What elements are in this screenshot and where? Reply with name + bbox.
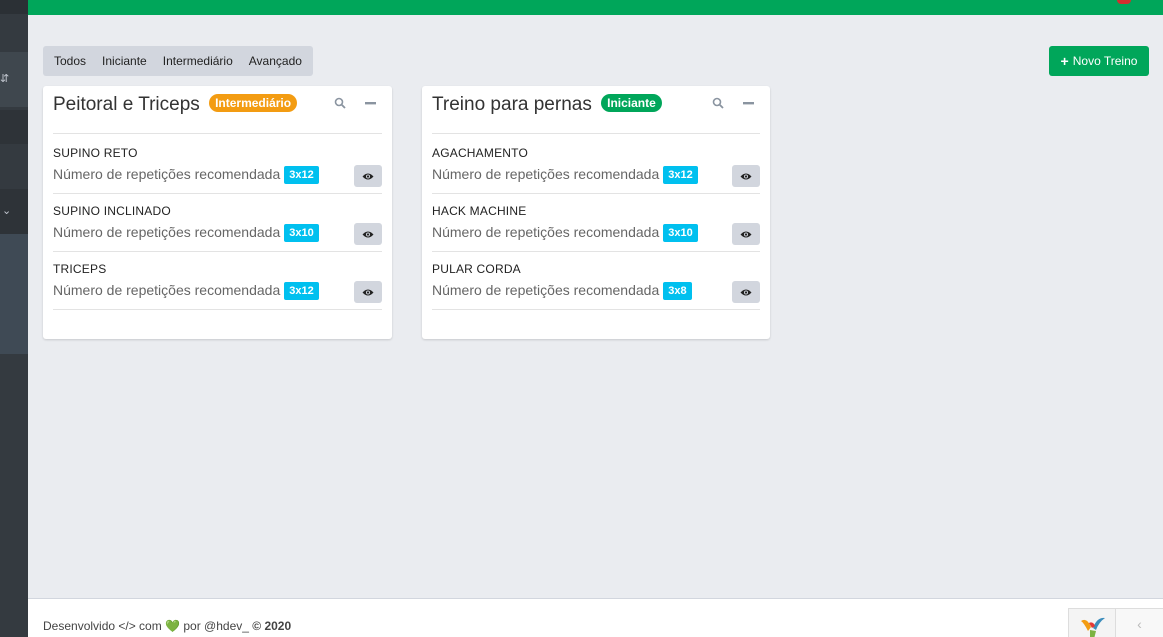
- exercise-description: Número de repetições recomendada 3x10: [432, 224, 698, 242]
- reps-label: Número de repetições recomendada: [53, 282, 281, 298]
- eye-icon: [362, 289, 374, 295]
- reps-badge: 3x12: [284, 166, 319, 184]
- footer-author: por @hdev_: [183, 619, 249, 633]
- exercise-name: PULAR CORDA: [432, 262, 521, 276]
- exercise-description: Número de repetições recomendada 3x12: [53, 282, 319, 300]
- exercise-row: SUPINO INCLINADO Número de repetições re…: [53, 194, 382, 252]
- sidebar-brand: [0, 0, 28, 14]
- heart-icon: 💚: [165, 619, 181, 633]
- exercise-row: HACK MACHINE Número de repetições recome…: [432, 194, 760, 252]
- search-icon[interactable]: [712, 97, 724, 112]
- reps-badge: 3x10: [663, 224, 698, 242]
- reps-label: Número de repetições recomendada: [432, 166, 660, 182]
- filter-intermediario-button[interactable]: Intermediário: [155, 46, 241, 76]
- chevron-left-icon[interactable]: ‹: [1116, 608, 1163, 637]
- card-header: Peitoral e Triceps Intermediário: [53, 94, 382, 134]
- collapse-minus-icon[interactable]: [743, 97, 754, 112]
- sidebar-item[interactable]: [0, 110, 28, 144]
- eye-icon: [740, 173, 752, 179]
- exercise-name: SUPINO INCLINADO: [53, 204, 171, 218]
- reps-badge: 3x10: [284, 224, 319, 242]
- sidebar-submenu: [0, 234, 28, 354]
- view-exercise-button[interactable]: [732, 165, 760, 187]
- yii-logo-icon: [1081, 617, 1105, 637]
- exercise-row: PULAR CORDA Número de repetições recomen…: [432, 252, 760, 310]
- workout-title: Treino para pernas: [432, 94, 592, 115]
- top-navbar: [28, 0, 1163, 15]
- level-badge: Iniciante: [601, 94, 662, 112]
- exercise-description: Número de repetições recomendada 3x8: [432, 282, 692, 300]
- reps-label: Número de repetições recomendada: [53, 166, 281, 182]
- view-exercise-button[interactable]: [732, 281, 760, 303]
- level-badge: Intermediário: [209, 94, 298, 112]
- workout-title: Peitoral e Triceps: [53, 94, 200, 115]
- workout-card: Treino para pernas Iniciante AGACHAMENTO…: [422, 86, 770, 339]
- card-title: Peitoral e Triceps Intermediário: [53, 94, 298, 116]
- card-header: Treino para pernas Iniciante: [432, 94, 760, 134]
- sidebar-user-panel[interactable]: ⇵: [0, 52, 28, 107]
- yii-debug-toolbar-logo[interactable]: [1068, 608, 1116, 637]
- sidebar-item-dropdown[interactable]: ⌄: [0, 189, 28, 234]
- eye-icon: [740, 289, 752, 295]
- reps-label: Número de repetições recomendada: [53, 224, 281, 240]
- eye-icon: [362, 231, 374, 237]
- collapse-minus-icon[interactable]: [365, 97, 376, 112]
- card-title: Treino para pernas Iniciante: [432, 94, 662, 116]
- sidebar: ⇵ ⌄: [0, 0, 28, 637]
- exercise-name: SUPINO RETO: [53, 146, 138, 160]
- exercise-name: HACK MACHINE: [432, 204, 527, 218]
- new-workout-label: Novo Treino: [1072, 54, 1138, 68]
- reps-label: Número de repetições recomendada: [432, 224, 660, 240]
- exercise-row: TRICEPS Número de repetições recomendada…: [53, 252, 382, 310]
- exercise-name: TRICEPS: [53, 262, 107, 276]
- exercise-row: SUPINO RETO Número de repetições recomen…: [53, 136, 382, 194]
- footer-prefix: Desenvolvido </> com: [43, 619, 162, 633]
- exercise-description: Número de repetições recomendada 3x10: [53, 224, 319, 242]
- view-exercise-button[interactable]: [354, 281, 382, 303]
- level-filter-group: Todos Iniciante Intermediário Avançado: [43, 46, 313, 76]
- sliders-icon[interactable]: ⇵: [0, 73, 10, 85]
- footer-copyright: © 2020: [252, 619, 292, 633]
- workout-card: Peitoral e Triceps Intermediário SUPINO …: [43, 86, 392, 339]
- view-exercise-button[interactable]: [732, 223, 760, 245]
- exercise-name: AGACHAMENTO: [432, 146, 528, 160]
- exercise-description: Número de repetições recomendada 3x12: [53, 166, 319, 184]
- reps-label: Número de repetições recomendada: [432, 282, 660, 298]
- reps-badge: 3x12: [284, 282, 319, 300]
- chevron-down-icon[interactable]: ⌄: [2, 205, 12, 217]
- filter-todos-button[interactable]: Todos: [46, 46, 94, 76]
- footer-credits: Desenvolvido </> com 💚 por @hdev_ © 2020: [43, 619, 291, 633]
- view-exercise-button[interactable]: [354, 223, 382, 245]
- new-workout-button[interactable]: + Novo Treino: [1049, 46, 1149, 76]
- eye-icon: [740, 231, 752, 237]
- footer: Desenvolvido </> com 💚 por @hdev_ © 2020…: [28, 598, 1163, 637]
- reps-badge: 3x8: [663, 282, 692, 300]
- exercise-row: AGACHAMENTO Número de repetições recomen…: [432, 136, 760, 194]
- exercise-description: Número de repetições recomendada 3x12: [432, 166, 698, 184]
- search-icon[interactable]: [334, 97, 346, 112]
- filter-avancado-button[interactable]: Avançado: [241, 46, 310, 76]
- language-flag-icon[interactable]: [1117, 0, 1131, 4]
- eye-icon: [362, 173, 374, 179]
- reps-badge: 3x12: [663, 166, 698, 184]
- filter-iniciante-button[interactable]: Iniciante: [94, 46, 155, 76]
- plus-icon: +: [1060, 53, 1069, 69]
- view-exercise-button[interactable]: [354, 165, 382, 187]
